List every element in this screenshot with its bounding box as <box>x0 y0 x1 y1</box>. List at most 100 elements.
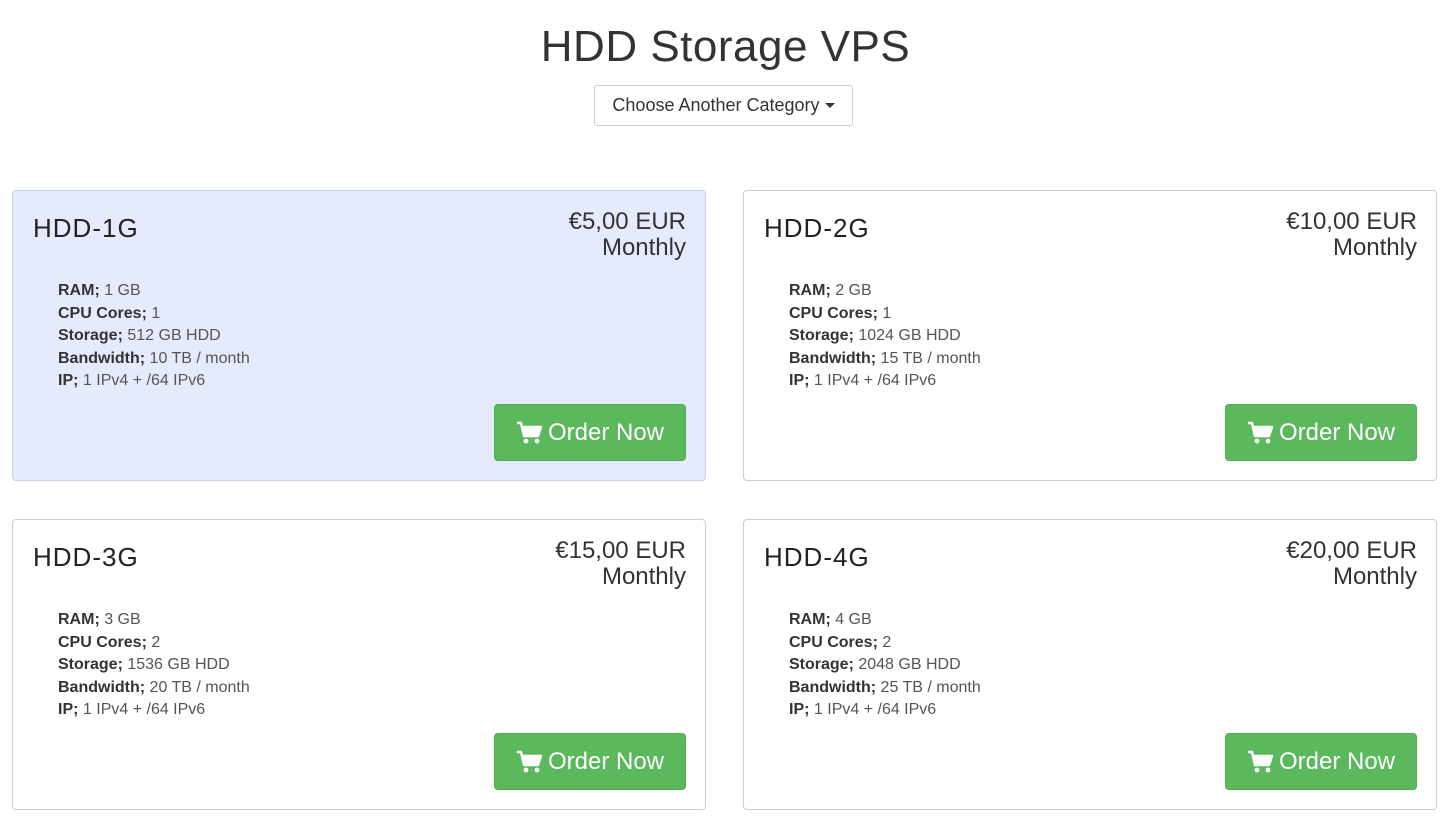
plan-card-hdd-3g: HDD-3G €15,00 EUR Monthly RAM; 3 GB CPU … <box>12 519 706 810</box>
feature-bandwidth: Bandwidth; 10 TB / month <box>58 348 250 371</box>
plan-card-hdd-2g: HDD-2G €10,00 EUR Monthly RAM; 2 GB CPU … <box>743 190 1437 481</box>
feature-storage: Storage; 2048 GB HDD <box>789 654 981 677</box>
feature-value: 1 GB <box>99 282 141 299</box>
feature-cpu-cores: CPU Cores; 2 <box>58 632 250 655</box>
plan-price: €10,00 EUR Monthly <box>1286 209 1417 261</box>
plan-features: RAM; 2 GB CPU Cores; 1 Storage; 1024 GB … <box>789 280 981 393</box>
shopping-cart-icon <box>1247 421 1274 443</box>
plan-price: €5,00 EUR Monthly <box>569 209 686 261</box>
price-amount: €20,00 EUR <box>1286 537 1417 564</box>
feature-value: 3 GB <box>99 611 141 628</box>
feature-value: 10 TB / month <box>145 349 250 367</box>
feature-cpu-cores: CPU Cores; 1 <box>58 303 250 326</box>
feature-label: IP; <box>789 372 810 389</box>
feature-value: 25 TB / month <box>876 678 981 696</box>
feature-label: CPU Cores; <box>789 633 878 651</box>
feature-ram: RAM; 3 GB <box>58 609 250 632</box>
feature-label: Bandwidth; <box>58 678 146 696</box>
feature-label: Storage; <box>789 327 854 344</box>
price-period: Monthly <box>1332 234 1417 261</box>
price-amount: €10,00 EUR <box>1286 208 1417 235</box>
feature-value: 15 TB / month <box>876 349 981 367</box>
feature-label: RAM; <box>58 611 100 628</box>
feature-value: 1 IPv4 + /64 IPv6 <box>78 372 206 389</box>
feature-value: 1024 GB HDD <box>853 327 961 344</box>
choose-category-dropdown[interactable]: Choose Another Category <box>594 85 853 126</box>
feature-storage: Storage; 1536 GB HDD <box>58 654 250 677</box>
order-now-label: Order Now <box>1278 418 1396 446</box>
feature-cpu-cores: CPU Cores; 2 <box>789 632 981 655</box>
shopping-cart-icon <box>1247 750 1274 772</box>
page: HDD Storage VPS Choose Another Category … <box>0 0 1451 820</box>
plan-card-hdd-4g: HDD-4G €20,00 EUR Monthly RAM; 4 GB CPU … <box>743 519 1437 810</box>
feature-value: 1 IPv4 + /64 IPv6 <box>809 701 937 718</box>
feature-value: 2048 GB HDD <box>853 656 961 673</box>
plan-features: RAM; 1 GB CPU Cores; 1 Storage; 512 GB H… <box>58 280 250 393</box>
feature-label: CPU Cores; <box>58 633 147 651</box>
feature-label: Storage; <box>789 656 854 673</box>
price-period: Monthly <box>601 234 686 261</box>
feature-ip: IP; 1 IPv4 + /64 IPv6 <box>58 699 250 722</box>
feature-ip: IP; 1 IPv4 + /64 IPv6 <box>789 699 981 722</box>
feature-storage: Storage; 1024 GB HDD <box>789 325 981 348</box>
order-now-label: Order Now <box>547 418 665 446</box>
feature-label: Storage; <box>58 327 123 344</box>
feature-label: Bandwidth; <box>789 678 877 696</box>
plan-price: €15,00 EUR Monthly <box>555 538 686 590</box>
feature-label: Storage; <box>58 656 123 673</box>
feature-value: 1 IPv4 + /64 IPv6 <box>78 701 206 718</box>
feature-value: 1 <box>146 304 161 322</box>
order-now-label: Order Now <box>1278 747 1396 775</box>
plan-price: €20,00 EUR Monthly <box>1286 538 1417 590</box>
plan-card-hdd-1g: HDD-1G €5,00 EUR Monthly RAM; 1 GB CPU C… <box>12 190 706 481</box>
feature-label: IP; <box>789 701 810 718</box>
price-amount: €5,00 EUR <box>568 208 686 235</box>
choose-category-label: Choose Another Category <box>612 95 820 115</box>
feature-value: 1 IPv4 + /64 IPv6 <box>809 372 937 389</box>
order-now-button[interactable]: Order Now <box>494 404 686 461</box>
feature-label: IP; <box>58 372 79 389</box>
feature-label: CPU Cores; <box>58 304 147 322</box>
feature-label: RAM; <box>789 282 831 299</box>
price-period: Monthly <box>601 563 686 590</box>
feature-value: 2 <box>146 633 161 651</box>
feature-value: 20 TB / month <box>145 678 250 696</box>
price-period: Monthly <box>1332 563 1417 590</box>
feature-label: RAM; <box>789 611 831 628</box>
page-title: HDD Storage VPS <box>540 22 911 71</box>
order-now-button[interactable]: Order Now <box>1225 404 1417 461</box>
feature-label: IP; <box>58 701 79 718</box>
plan-name: HDD-4G <box>764 542 870 572</box>
feature-storage: Storage; 512 GB HDD <box>58 325 250 348</box>
feature-label: Bandwidth; <box>789 349 877 367</box>
feature-bandwidth: Bandwidth; 15 TB / month <box>789 348 981 371</box>
feature-value: 2 GB <box>830 282 872 299</box>
plan-name: HDD-2G <box>764 213 870 243</box>
plan-features: RAM; 3 GB CPU Cores; 2 Storage; 1536 GB … <box>58 609 250 722</box>
feature-bandwidth: Bandwidth; 25 TB / month <box>789 677 981 700</box>
order-now-label: Order Now <box>547 747 665 775</box>
feature-ip: IP; 1 IPv4 + /64 IPv6 <box>58 370 250 393</box>
feature-ip: IP; 1 IPv4 + /64 IPv6 <box>789 370 981 393</box>
feature-value: 2 <box>877 633 892 651</box>
plan-features: RAM; 4 GB CPU Cores; 2 Storage; 2048 GB … <box>789 609 981 722</box>
order-now-button[interactable]: Order Now <box>1225 733 1417 790</box>
feature-value: 4 GB <box>830 611 872 628</box>
feature-label: Bandwidth; <box>58 349 146 367</box>
feature-ram: RAM; 4 GB <box>789 609 981 632</box>
feature-bandwidth: Bandwidth; 20 TB / month <box>58 677 250 700</box>
feature-label: RAM; <box>58 282 100 299</box>
feature-ram: RAM; 1 GB <box>58 280 250 303</box>
feature-ram: RAM; 2 GB <box>789 280 981 303</box>
caret-down-icon <box>824 103 835 108</box>
feature-value: 1536 GB HDD <box>122 656 230 673</box>
plan-name: HDD-1G <box>33 213 139 243</box>
shopping-cart-icon <box>516 421 543 443</box>
shopping-cart-icon <box>516 750 543 772</box>
price-amount: €15,00 EUR <box>555 537 686 564</box>
feature-value: 1 <box>877 304 892 322</box>
plan-name: HDD-3G <box>33 542 139 572</box>
feature-cpu-cores: CPU Cores; 1 <box>789 303 981 326</box>
order-now-button[interactable]: Order Now <box>494 733 686 790</box>
feature-label: CPU Cores; <box>789 304 878 322</box>
